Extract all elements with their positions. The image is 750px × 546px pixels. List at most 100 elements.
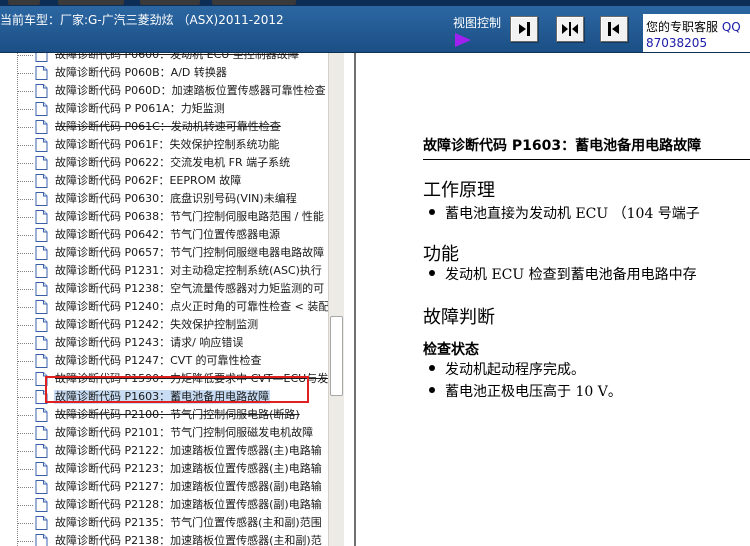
tree-connector — [17, 91, 33, 92]
document-icon — [35, 462, 48, 476]
tree-item[interactable]: 故障诊断代码 P2127：加速踏板位置传感器(副)电路输 — [17, 478, 328, 496]
tree-item-label: 故障诊断代码 P062F：EEPROM 故障 — [55, 174, 242, 187]
tree-item[interactable]: 故障诊断代码 P060B：A/D 转换器 — [17, 64, 328, 82]
tree-item-label: 故障诊断代码 P2100：节气门控制伺服电路(断路) — [55, 408, 300, 421]
tree-item[interactable]: 故障诊断代码 P0642：节气门位置传感器电源 — [17, 226, 328, 244]
tree-item[interactable]: 故障诊断代码 P0657：节气门控制伺服继电器电路故障 — [17, 244, 328, 262]
bullet-text: 蓄电池直接为发动机 ECU （104 号端子 — [445, 206, 700, 222]
document-icon — [35, 174, 48, 188]
tree-connector — [17, 271, 33, 272]
section-heading-function: 功能 — [423, 244, 459, 265]
tree-connector — [17, 523, 33, 524]
tree-item[interactable]: 故障诊断代码 P2100：节气门控制伺服电路(断路) — [17, 406, 328, 424]
tree-connector — [17, 235, 33, 236]
tab-marker[interactable] — [140, 0, 200, 5]
document-icon — [35, 84, 48, 98]
bullet-item: 发动机 ECU 检查到蓄电池备用电路中存 — [429, 264, 697, 284]
view-control-label: 视图控制 — [453, 16, 502, 30]
tree-connector — [17, 163, 33, 164]
tree-connector — [17, 379, 33, 380]
document-icon — [35, 53, 48, 62]
tree-item[interactable]: 故障诊断代码 P2135：节气门位置传感器(主和副)范围 — [17, 514, 328, 532]
view-control-arrow-icon — [455, 33, 471, 47]
tree-connector — [17, 343, 33, 344]
tree-item-label: 故障诊断代码 P060B：A/D 转换器 — [55, 66, 227, 79]
document-icon — [35, 426, 48, 440]
bullet-item: 蓄电池正极电压高于 10 V。 — [429, 381, 622, 401]
tree-connector — [17, 217, 33, 218]
tree-item-label: 故障诊断代码 P1231：对主动稳定控制系统(ASC)执行 — [55, 264, 322, 277]
tree-item[interactable]: 故障诊断代码 P2123：加速踏板位置传感器(主)电路输 — [17, 460, 328, 478]
tree-item-label: 故障诊断代码 P0622：交流发电机 FR 端子系统 — [55, 156, 291, 169]
split-view-icon — [562, 22, 578, 36]
service-line: 您的专职客服 QQ — [646, 18, 741, 35]
customer-service-panel: 您的专职客服 QQ 87038205 — [643, 14, 750, 52]
tree-item[interactable]: 故障诊断代码 P1238：空气流量传感器对力矩监测的可 — [17, 280, 328, 298]
tree-item[interactable]: 故障诊断代码 P1231：对主动稳定控制系统(ASC)执行 — [17, 262, 328, 280]
tree-item-label: 故障诊断代码 P2101：节气门控制伺服磁发电机故障 — [55, 426, 314, 439]
bullet-text: 发动机起动程序完成。 — [445, 362, 585, 378]
arrow-to-right-bar-icon — [519, 22, 530, 36]
document-icon — [35, 66, 48, 80]
tree-item[interactable]: 故障诊断代码 P2122：加速踏板位置传感器(主)电路输 — [17, 442, 328, 460]
tree-item-label: 故障诊断代码 P1242：失效保护控制监测 — [55, 318, 259, 331]
document-icon — [35, 498, 48, 512]
tab-marker[interactable] — [58, 0, 124, 5]
tree-connector — [17, 253, 33, 254]
document-icon — [35, 336, 48, 350]
tree-item[interactable]: 故障诊断代码 P0638：节气门控制伺服电路范围 / 性能 — [17, 208, 328, 226]
tab-marker[interactable] — [212, 0, 296, 5]
tree-item[interactable]: 故障诊断代码 P060D：加速踏板位置传感器可靠性检查 — [17, 82, 328, 100]
tree-item-label: 故障诊断代码 P0657：节气门控制伺服继电器电路故障 — [55, 246, 325, 259]
tree-item[interactable]: 故障诊断代码 P2101：节气门控制伺服磁发电机故障 — [17, 424, 328, 442]
tree-connector — [17, 307, 33, 308]
tree-item[interactable]: 故障诊断代码 P P061A：力矩监测 — [17, 100, 328, 118]
tree-item[interactable]: 故障诊断代码 P0600：发动机 ECU 至控制器故障 — [17, 53, 328, 64]
tree-item-label: 故障诊断代码 P1238：空气流量传感器对力矩监测的可 — [55, 282, 325, 295]
top-toolbar: 当前车型：厂家:G-广汽三菱劲炫 （ASX)2011-2012 视图控制 您的专… — [0, 0, 750, 53]
scrollbar-thumb[interactable] — [330, 316, 343, 396]
document-icon — [35, 534, 48, 546]
expand-right-button[interactable] — [510, 16, 538, 42]
tree-connector — [17, 415, 33, 416]
document-icon — [35, 138, 48, 152]
tab-marker[interactable] — [8, 0, 40, 5]
vehicle-model-label: 当前车型：厂家:G-广汽三菱劲炫 （ASX)2011-2012 — [0, 13, 284, 27]
service-number[interactable]: 87038205 — [646, 36, 707, 50]
tree-item[interactable]: 故障诊断代码 P1247：CVT 的可靠性检查 — [17, 352, 328, 370]
tree-connector — [17, 433, 33, 434]
panel-gap — [344, 53, 354, 546]
tree-item[interactable]: 故障诊断代码 P1242：失效保护控制监测 — [17, 316, 328, 334]
tree-connector — [17, 109, 33, 110]
split-view-button[interactable] — [556, 16, 584, 42]
tree-item[interactable]: 故障诊断代码 P0630：底盘识别号码(VIN)未编程 — [17, 190, 328, 208]
tree-connector — [17, 289, 33, 290]
document-icon — [35, 192, 48, 206]
tree-scrollbar[interactable] — [328, 53, 344, 546]
tree-item[interactable]: 故障诊断代码 P1243：请求/ 响应错误 — [17, 334, 328, 352]
tree-item[interactable]: 故障诊断代码 P062F：EEPROM 故障 — [17, 172, 328, 190]
tree-item-label: 故障诊断代码 P0630：底盘识别号码(VIN)未编程 — [55, 192, 297, 205]
tree-connector — [17, 541, 33, 542]
tree-item[interactable]: 故障诊断代码 P061C：发动机转速可靠性检查 — [17, 118, 328, 136]
tree-item[interactable]: 故障诊断代码 P2138：加速踏板位置传感器(主和副)范 — [17, 532, 328, 546]
tree-item-label: 故障诊断代码 P061F：失效保护控制系统功能 — [55, 138, 280, 151]
collapse-left-button[interactable] — [600, 16, 628, 42]
tree-item[interactable]: 故障诊断代码 P2128：加速踏板位置传感器(副)电路输 — [17, 496, 328, 514]
bullet-dot-icon — [429, 365, 435, 371]
tree-item-label: 故障诊断代码 P1243：请求/ 响应错误 — [55, 336, 244, 349]
document-icon — [35, 408, 48, 422]
service-qq-link[interactable]: QQ — [722, 20, 741, 34]
tree-item[interactable]: 故障诊断代码 P1240：点火正时角的可靠性检查 < 装配 — [17, 298, 328, 316]
top-tab-strip — [0, 0, 750, 6]
document-icon — [35, 516, 48, 530]
tree-item[interactable]: 故障诊断代码 P061F：失效保护控制系统功能 — [17, 136, 328, 154]
tree-item-label: 故障诊断代码 P P061A：力矩监测 — [55, 102, 225, 115]
document-title: 故障诊断代码 P1603：蓄电池备用电路故障 — [423, 135, 750, 160]
document-icon — [35, 264, 48, 278]
document-icon — [35, 156, 48, 170]
document-content: 故障诊断代码 P1603：蓄电池备用电路故障 工作原理 蓄电池直接为发动机 EC… — [356, 53, 750, 546]
tree-item[interactable]: 故障诊断代码 P0622：交流发电机 FR 端子系统 — [17, 154, 328, 172]
document-icon — [35, 354, 48, 368]
document-icon — [35, 300, 48, 314]
